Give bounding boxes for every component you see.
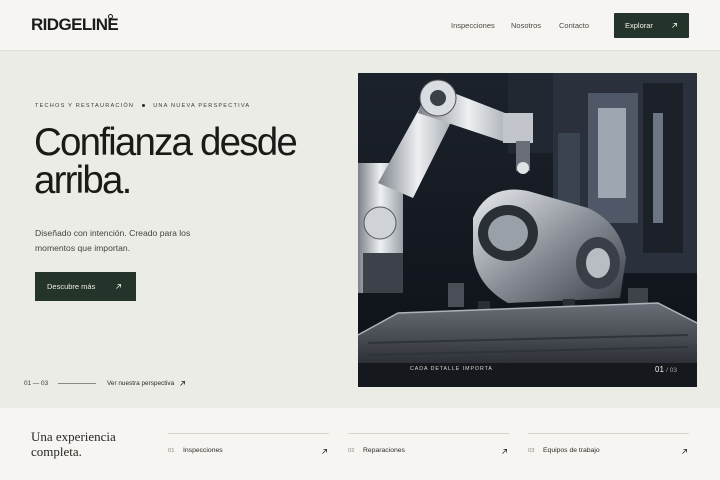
service-label: Reparaciones: [363, 447, 405, 454]
slide-counter: 01 — 03: [24, 380, 49, 387]
hero-title: Confianza desde arriba.: [34, 121, 298, 202]
hero-subtitle: Diseñado con intención. Creado para los …: [35, 228, 191, 253]
service-label: Equipos de trabajo: [543, 447, 600, 454]
explore-button-label: Explorar: [625, 21, 653, 30]
bullet-dot-icon: [142, 103, 146, 107]
service-item-inspecciones[interactable]: 01 Inspecciones: [168, 433, 329, 456]
service-item-reparaciones[interactable]: 02 Reparaciones: [348, 433, 509, 456]
nav-link-nosotros[interactable]: Nosotros: [511, 21, 541, 30]
brand-logo[interactable]: RIDGELINE: [31, 15, 119, 35]
explore-button[interactable]: Explorar: [614, 13, 689, 38]
service-number: 03: [528, 448, 535, 454]
arrow-up-right-icon: [671, 22, 679, 30]
site-header: RIDGELINE Inspecciones Nosotros Contacto…: [0, 0, 720, 51]
eyebrow-tagline: UNA NUEVA PERSPECTIVA: [153, 103, 251, 109]
arrow-up-right-icon: [681, 448, 689, 456]
arrow-up-right-icon[interactable]: [179, 380, 187, 388]
service-item-equipos[interactable]: 03 Equipos de trabajo: [528, 433, 689, 456]
arrow-up-right-icon: [501, 448, 509, 456]
divider-line: [58, 383, 96, 384]
slide-total: / 03: [666, 367, 677, 374]
services-strip: Una experiencia completa. 01 Inspeccione…: [0, 408, 720, 480]
service-number: 01: [168, 448, 175, 454]
hero-image-robot-arm: [358, 73, 697, 387]
eyebrow-category: TECHOS Y RESTAURACIóN: [35, 103, 135, 109]
hero-eyebrow: TECHOS Y RESTAURACIóN UNA NUEVA PERSPECTI…: [35, 103, 250, 109]
service-number: 02: [348, 448, 355, 454]
registered-mark-icon: [108, 14, 113, 19]
image-caption: CADA DETALLE IMPORTA: [410, 366, 493, 372]
arrow-up-right-icon: [115, 283, 123, 291]
nav-link-inspecciones[interactable]: Inspecciones: [451, 21, 495, 30]
discover-more-label: Descubre más: [47, 282, 96, 291]
service-label: Inspecciones: [183, 447, 223, 454]
discover-more-button[interactable]: Descubre más: [35, 272, 136, 301]
slide-current: 01: [655, 365, 664, 374]
image-slide-indicator: 01 / 03: [655, 365, 677, 374]
nav-link-contacto[interactable]: Contacto: [559, 21, 589, 30]
arrow-up-right-icon: [321, 448, 329, 456]
perspective-link[interactable]: Ver nuestra perspectiva: [107, 380, 174, 387]
services-heading: Una experiencia completa.: [31, 429, 116, 459]
